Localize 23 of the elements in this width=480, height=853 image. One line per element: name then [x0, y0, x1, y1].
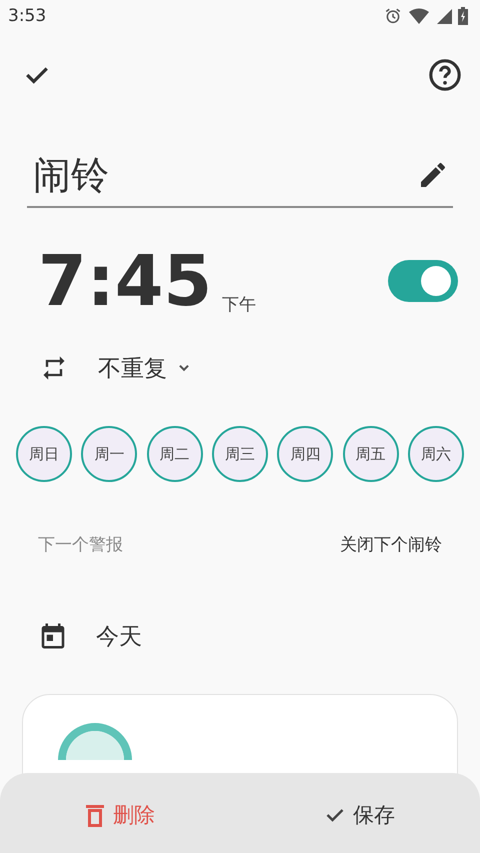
alarm-switch[interactable]: [388, 260, 458, 302]
wifi-icon: [408, 8, 430, 24]
battery-icon: [458, 7, 468, 25]
next-alarm-label: 下一个警报: [38, 534, 123, 556]
alarm-clock-icon: [384, 7, 402, 25]
day-toggle[interactable]: 周一: [81, 426, 138, 482]
alarm-time[interactable]: 7:45: [38, 246, 212, 316]
repeat-dropdown[interactable]: 不重复: [98, 352, 191, 384]
day-toggle[interactable]: 周日: [16, 426, 72, 482]
dismiss-next-alarm-link[interactable]: 关闭下个闹铃: [340, 532, 442, 556]
help-icon[interactable]: [428, 58, 462, 92]
status-time: 3:53: [8, 6, 46, 26]
day-toggle[interactable]: 周五: [342, 426, 399, 482]
day-toggle[interactable]: 周二: [146, 426, 203, 482]
day-toggle[interactable]: 周四: [277, 426, 334, 482]
signal-icon: [436, 8, 452, 24]
save-button[interactable]: 保存: [240, 773, 480, 853]
date-label[interactable]: 今天: [96, 620, 142, 652]
day-toggle[interactable]: 周三: [212, 426, 268, 482]
day-toggle[interactable]: 周六: [408, 426, 464, 482]
trash-icon: [85, 803, 105, 827]
label-field[interactable]: 闹铃: [33, 153, 233, 197]
time-period: 下午: [222, 294, 256, 316]
